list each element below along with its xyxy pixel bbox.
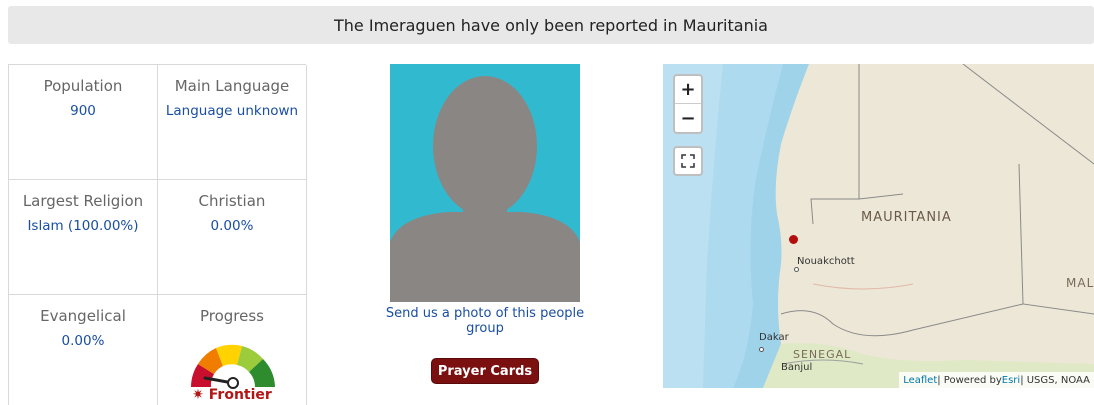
city-dot-nouakchott xyxy=(794,267,799,272)
map-label-senegal: SENEGAL xyxy=(793,348,852,361)
stat-largest-religion-value[interactable]: Islam (100.00%) xyxy=(9,218,157,234)
stat-christian-value[interactable]: 0.00% xyxy=(158,218,306,234)
progress-gauge-icon[interactable] xyxy=(185,337,281,389)
leaflet-link[interactable]: Leaflet xyxy=(903,375,937,386)
zoom-out-button[interactable]: − xyxy=(675,104,701,132)
map-label-nouakchott: Nouakchott xyxy=(797,256,855,267)
location-banner-text: The Imeraguen have only been reported in… xyxy=(334,15,768,35)
zoom-control: + − xyxy=(673,74,703,134)
stat-christian: Christian 0.00% xyxy=(158,180,307,295)
fullscreen-icon xyxy=(681,154,695,168)
map-label-mali: MAL xyxy=(1066,276,1094,290)
stat-population-value[interactable]: 900 xyxy=(9,103,157,119)
progress-status-text: Frontier xyxy=(208,387,272,403)
stat-population-label: Population xyxy=(43,77,123,95)
prayer-cards-button[interactable]: Prayer Cards xyxy=(431,358,539,384)
city-dot-dakar xyxy=(759,347,764,352)
stat-evangelical: Evangelical 0.00% xyxy=(9,295,158,405)
attribution-powered-by: | Powered by xyxy=(937,374,1002,386)
map-label-dakar: Dakar xyxy=(759,332,789,343)
esri-link[interactable]: Esri xyxy=(1002,375,1020,386)
stats-grid: Population 900 Main Language Language un… xyxy=(8,64,307,405)
stat-main-language: Main Language Language unknown xyxy=(158,65,307,180)
stat-largest-religion-label: Largest Religion xyxy=(22,192,144,210)
stat-evangelical-value[interactable]: 0.00% xyxy=(9,333,157,349)
people-group-location-marker[interactable] xyxy=(789,235,798,244)
stat-progress: Progress ✷ Frontier xyxy=(158,295,307,405)
stat-main-language-value[interactable]: Language unknown xyxy=(158,103,306,119)
progress-status: ✷ Frontier xyxy=(158,387,306,403)
stat-largest-religion: Largest Religion Islam (100.00%) xyxy=(9,180,158,295)
person-silhouette-icon xyxy=(390,76,580,302)
location-map[interactable]: MAURITANIA MAL Nouakchott Dakar SENEGAL … xyxy=(663,64,1094,388)
map-tiles xyxy=(663,64,1094,388)
stat-progress-label: Progress xyxy=(199,307,264,325)
map-label-banjul: Banjul xyxy=(781,362,813,373)
people-group-photo-placeholder xyxy=(390,64,580,302)
map-attribution: Leaflet | Powered by Esri | USGS, NOAA xyxy=(899,372,1094,388)
stat-evangelical-label: Evangelical xyxy=(40,307,126,325)
frontier-star-icon: ✷ xyxy=(192,387,204,403)
fullscreen-button[interactable] xyxy=(673,146,703,176)
stat-main-language-label: Main Language xyxy=(174,77,290,95)
send-photo-link[interactable]: Send us a photo of this people group xyxy=(368,306,602,336)
map-label-mauritania: MAURITANIA xyxy=(861,210,952,225)
stat-christian-label: Christian xyxy=(198,192,266,210)
zoom-in-button[interactable]: + xyxy=(675,76,701,104)
location-banner: The Imeraguen have only been reported in… xyxy=(8,6,1094,44)
attribution-sources: | USGS, NOAA xyxy=(1020,374,1090,386)
stat-population: Population 900 xyxy=(9,65,158,180)
